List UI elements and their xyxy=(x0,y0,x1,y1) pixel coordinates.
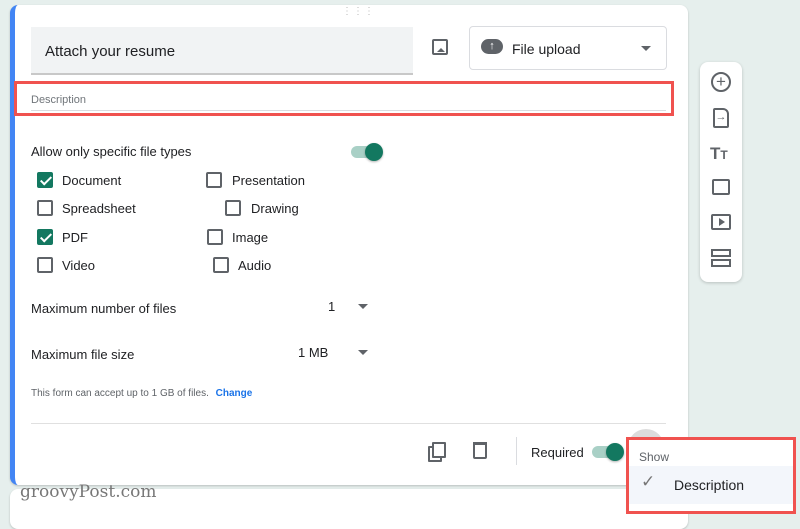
capacity-text: This form can accept up to 1 GB of files… xyxy=(31,388,209,399)
footer-separator xyxy=(516,437,517,465)
checkbox-document[interactable] xyxy=(37,172,53,188)
max-files-value: 1 xyxy=(328,299,336,314)
question-title-input[interactable]: Attach your resume xyxy=(31,27,413,75)
add-image-icon[interactable] xyxy=(712,179,730,195)
checkbox-label: Image xyxy=(232,230,269,245)
required-label: Required xyxy=(531,445,584,460)
checkbox-label: Drawing xyxy=(251,201,299,216)
chevron-down-icon xyxy=(358,304,368,309)
menu-item-label: Description xyxy=(674,477,745,493)
checkbox-drawing[interactable] xyxy=(225,200,241,216)
max-files-dropdown[interactable]: 1 xyxy=(320,296,372,318)
add-question-icon[interactable]: + xyxy=(711,72,731,92)
checkbox-label: Audio xyxy=(238,258,272,273)
add-section-icon-lower xyxy=(711,259,731,267)
max-size-label: Maximum file size xyxy=(31,347,135,362)
max-size-value: 1 MB xyxy=(298,345,329,360)
checkbox-video[interactable] xyxy=(37,257,53,273)
description-underline xyxy=(31,110,666,111)
checkbox-image[interactable] xyxy=(207,229,223,245)
image-icon[interactable] xyxy=(432,39,448,55)
file-types-label: Allow only specific file types xyxy=(31,144,192,159)
add-title-icon[interactable]: TT xyxy=(710,144,728,164)
check-icon: ✓ xyxy=(641,472,656,491)
duplicate-icon[interactable] xyxy=(432,442,446,458)
checkbox-label: Presentation xyxy=(232,173,305,188)
question-type-dropdown[interactable]: ↑ File upload xyxy=(469,26,667,70)
checkbox-label: PDF xyxy=(62,230,88,245)
chevron-down-icon xyxy=(358,350,368,355)
footer-divider xyxy=(31,423,666,424)
delete-icon[interactable] xyxy=(473,442,487,459)
required-toggle[interactable] xyxy=(592,442,626,462)
add-section-icon[interactable] xyxy=(711,249,731,257)
file-types-toggle[interactable] xyxy=(351,142,385,162)
menu-header: Show xyxy=(639,450,670,464)
checkbox-spreadsheet[interactable] xyxy=(37,200,53,216)
chevron-down-icon xyxy=(641,46,651,51)
menu-item-description[interactable]: ✓ Description xyxy=(629,466,793,504)
max-files-label: Maximum number of files xyxy=(31,301,177,316)
watermark: groovyPost.com xyxy=(20,482,157,502)
import-questions-icon[interactable]: → xyxy=(713,108,729,128)
checkbox-label: Document xyxy=(62,173,122,188)
checkbox-pdf[interactable] xyxy=(37,229,53,245)
question-type-label: File upload xyxy=(512,41,581,57)
checkbox-audio[interactable] xyxy=(213,257,229,273)
cloud-upload-icon: ↑ xyxy=(481,39,503,54)
floating-toolbar: + → TT xyxy=(700,62,742,282)
change-link[interactable]: Change xyxy=(216,388,253,399)
show-menu: Show ✓ Description xyxy=(626,437,796,514)
max-size-dropdown[interactable]: 1 MB xyxy=(290,341,372,363)
checkbox-label: Spreadsheet xyxy=(62,201,136,216)
question-card xyxy=(10,5,688,485)
add-video-icon[interactable] xyxy=(711,214,731,230)
description-input[interactable]: Description xyxy=(31,94,86,106)
checkbox-label: Video xyxy=(62,258,96,273)
capacity-note: This form can accept up to 1 GB of files… xyxy=(31,388,252,399)
drag-handle-icon[interactable]: ⋮⋮⋮ xyxy=(342,7,375,17)
checkbox-presentation[interactable] xyxy=(206,172,222,188)
